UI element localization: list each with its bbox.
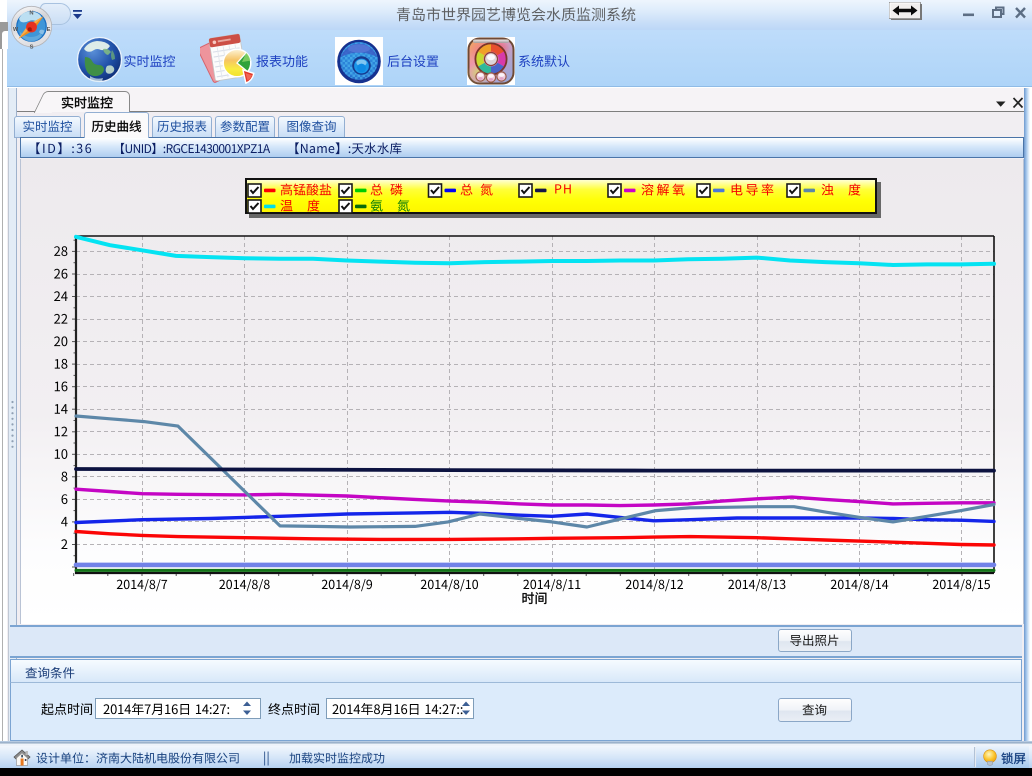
svg-text:N: N xyxy=(29,11,33,17)
svg-text:E: E xyxy=(47,27,51,33)
svg-text:W: W xyxy=(13,27,19,33)
svg-text:S: S xyxy=(30,45,34,51)
